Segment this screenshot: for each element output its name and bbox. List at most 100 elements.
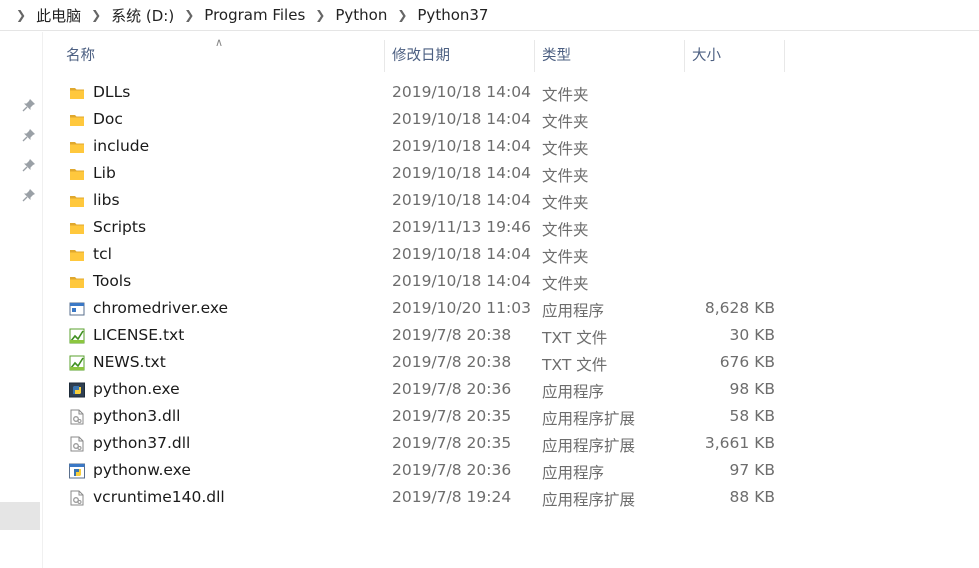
file-type: 文件夹	[542, 275, 589, 293]
breadcrumb-python[interactable]: Python	[333, 6, 389, 24]
file-size: 98 KB	[729, 380, 775, 398]
file-date: 2019/7/8 20:38	[392, 326, 512, 344]
file-row[interactable]: pythonw.exe 2019/7/8 20:36 应用程序 97 KB	[60, 458, 800, 485]
file-date: 2019/10/18 14:04	[392, 137, 531, 155]
file-type: 应用程序扩展	[542, 491, 636, 509]
file-date: 2019/10/18 14:04	[392, 191, 531, 209]
file-row[interactable]: LICENSE.txt 2019/7/8 20:38 TXT 文件 30 KB	[60, 323, 800, 350]
folder-icon	[69, 247, 85, 263]
breadcrumb-drive[interactable]: 系统 (D:)	[109, 5, 176, 26]
file-date: 2019/11/13 19:46	[392, 218, 531, 236]
pythonw-icon	[69, 463, 85, 479]
file-row[interactable]: NEWS.txt 2019/7/8 20:38 TXT 文件 676 KB	[60, 350, 800, 377]
file-row[interactable]: chromedriver.exe 2019/10/20 11:03 应用程序 8,62…	[60, 296, 800, 323]
file-type: 应用程序	[542, 464, 605, 482]
file-name[interactable]: chromedriver.exe	[93, 299, 228, 317]
file-name[interactable]: Scripts	[93, 218, 146, 236]
dll-icon	[69, 490, 85, 506]
file-name[interactable]: python.exe	[93, 380, 180, 398]
file-size: 30 KB	[729, 326, 775, 344]
file-row[interactable]: include 2019/10/18 14:04 文件夹	[60, 134, 800, 161]
file-row[interactable]: python37.dll 2019/7/8 20:35 应用程序扩展 3,661 KB	[60, 431, 800, 458]
file-row[interactable]: libs 2019/10/18 14:04 文件夹	[60, 188, 800, 215]
breadcrumb-program-files[interactable]: Program Files	[202, 6, 307, 24]
pin-icon[interactable]	[22, 128, 36, 142]
file-type: 应用程序	[542, 383, 605, 401]
pin-icon[interactable]	[22, 98, 36, 112]
file-name[interactable]: LICENSE.txt	[93, 326, 184, 344]
file-type: 文件夹	[542, 194, 589, 212]
navigation-pane[interactable]	[0, 32, 43, 568]
txt-icon	[69, 355, 85, 371]
file-name[interactable]: Tools	[93, 272, 131, 290]
file-name[interactable]: Lib	[93, 164, 116, 182]
file-row[interactable]: Scripts 2019/11/13 19:46 文件夹	[60, 215, 800, 242]
breadcrumb-python37[interactable]: Python37	[415, 6, 490, 24]
file-name[interactable]: python3.dll	[93, 407, 180, 425]
file-row[interactable]: Lib 2019/10/18 14:04 文件夹	[60, 161, 800, 188]
folder-icon	[69, 220, 85, 236]
chevron-right-icon[interactable]: ❯	[91, 8, 101, 22]
file-name[interactable]: vcruntime140.dll	[93, 488, 225, 506]
column-header-date[interactable]: 修改日期	[386, 40, 534, 72]
column-divider[interactable]	[684, 40, 685, 72]
file-row[interactable]: DLLs 2019/10/18 14:04 文件夹	[60, 80, 800, 107]
file-row[interactable]: tcl 2019/10/18 14:04 文件夹	[60, 242, 800, 269]
column-header-name[interactable]: 名称	[60, 40, 385, 72]
file-type: TXT 文件	[542, 356, 608, 374]
file-row[interactable]: vcruntime140.dll 2019/7/8 19:24 应用程序扩展 88 K…	[60, 485, 800, 512]
file-row[interactable]: python3.dll 2019/7/8 20:35 应用程序扩展 58 KB	[60, 404, 800, 431]
file-row[interactable]: Doc 2019/10/18 14:04 文件夹	[60, 107, 800, 134]
file-name[interactable]: DLLs	[93, 83, 130, 101]
file-name[interactable]: NEWS.txt	[93, 353, 166, 371]
file-type: 文件夹	[542, 221, 589, 239]
folder-icon	[69, 193, 85, 209]
column-header-size[interactable]: 大小	[686, 40, 784, 72]
file-date: 2019/10/18 14:04	[392, 272, 531, 290]
file-name[interactable]: pythonw.exe	[93, 461, 191, 479]
exe-icon	[69, 301, 85, 317]
file-type: 文件夹	[542, 113, 589, 131]
folder-icon	[69, 274, 85, 290]
file-row[interactable]: Tools 2019/10/18 14:04 文件夹	[60, 269, 800, 296]
file-name[interactable]: tcl	[93, 245, 112, 263]
file-date: 2019/10/18 14:04	[392, 83, 531, 101]
file-name[interactable]: libs	[93, 191, 120, 209]
file-date: 2019/7/8 20:36	[392, 380, 512, 398]
file-date: 2019/7/8 20:35	[392, 434, 512, 452]
file-size: 58 KB	[729, 407, 775, 425]
file-date: 2019/7/8 20:35	[392, 407, 512, 425]
column-divider[interactable]	[534, 40, 535, 72]
folder-icon	[69, 85, 85, 101]
file-size: 97 KB	[729, 461, 775, 479]
pin-icon[interactable]	[22, 158, 36, 172]
chevron-right-icon[interactable]: ❯	[184, 8, 194, 22]
folder-icon	[69, 112, 85, 128]
address-bar[interactable]: ❯ 此电脑 ❯ 系统 (D:) ❯ Program Files ❯ Python…	[0, 0, 979, 31]
dll-icon	[69, 436, 85, 452]
file-date: 2019/10/18 14:04	[392, 245, 531, 263]
file-size: 3,661 KB	[704, 434, 775, 452]
file-type: 应用程序	[542, 302, 605, 320]
file-name[interactable]: include	[93, 137, 149, 155]
folder-icon	[69, 139, 85, 155]
file-size: 8,628 KB	[704, 299, 775, 317]
file-type: 文件夹	[542, 140, 589, 158]
file-name[interactable]: python37.dll	[93, 434, 190, 452]
file-size: 676 KB	[719, 353, 775, 371]
breadcrumb-this-pc[interactable]: 此电脑	[34, 5, 83, 26]
chevron-right-icon[interactable]: ❯	[397, 8, 407, 22]
column-header-type[interactable]: 类型	[536, 40, 684, 72]
file-name[interactable]: Doc	[93, 110, 123, 128]
column-divider[interactable]	[384, 40, 385, 72]
folder-icon	[69, 166, 85, 182]
chevron-right-icon[interactable]: ❯	[16, 8, 26, 22]
column-divider[interactable]	[784, 40, 785, 72]
file-row[interactable]: python.exe 2019/7/8 20:36 应用程序 98 KB	[60, 377, 800, 404]
file-date: 2019/10/18 14:04	[392, 164, 531, 182]
file-date: 2019/7/8 20:36	[392, 461, 512, 479]
chevron-right-icon[interactable]: ❯	[315, 8, 325, 22]
file-type: 文件夹	[542, 167, 589, 185]
nav-selected-item[interactable]	[0, 502, 40, 530]
pin-icon[interactable]	[22, 188, 36, 202]
